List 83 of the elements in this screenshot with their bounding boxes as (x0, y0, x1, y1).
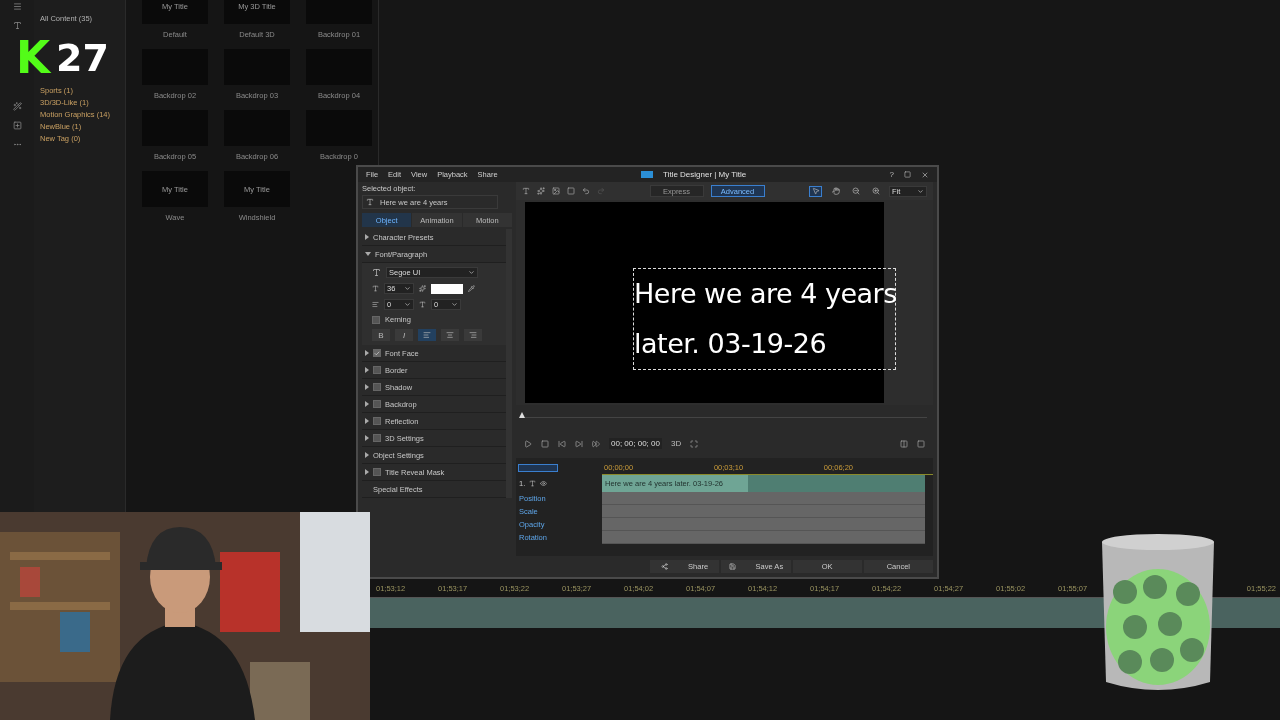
char-spacing-icon (419, 301, 426, 308)
more-icon[interactable] (12, 140, 22, 149)
square-icon[interactable] (567, 187, 575, 195)
expand-arrow-icon[interactable] (365, 469, 369, 475)
checkbox[interactable] (373, 400, 381, 408)
expand-arrow-icon[interactable] (365, 401, 369, 407)
pointer-icon (811, 187, 820, 195)
hand-icon (831, 187, 840, 195)
glow-icon (419, 285, 426, 292)
next-frame-icon[interactable] (575, 439, 583, 448)
checkbox[interactable] (373, 417, 381, 425)
caret-icon (451, 301, 458, 308)
expand-arrow-icon[interactable] (365, 350, 369, 356)
align-icon (446, 331, 454, 339)
text-icon (366, 198, 374, 206)
expand-arrow-icon[interactable] (365, 252, 371, 256)
image-icon[interactable] (552, 187, 560, 195)
fullscreen-icon[interactable] (690, 439, 699, 448)
share-icon (661, 563, 669, 570)
close-icon[interactable] (921, 170, 929, 179)
title-text: later. 03-19-26 (634, 327, 828, 361)
align-icon (469, 331, 477, 339)
zoom-in-icon (871, 187, 880, 195)
previous-frame-icon[interactable] (558, 439, 566, 448)
checkbox[interactable] (372, 315, 380, 324)
stereo-dropdown[interactable]: 3D (670, 439, 682, 448)
checkbox[interactable] (373, 349, 381, 357)
menu-icon[interactable] (12, 2, 22, 11)
title-text: Here we are 4 years (634, 277, 895, 311)
eye-icon[interactable] (540, 480, 548, 487)
fast-forward-icon[interactable] (592, 439, 600, 448)
badge-count: 27 (56, 39, 109, 77)
expand-arrow-icon[interactable] (365, 367, 369, 373)
align-icon (423, 331, 431, 339)
expand-arrow-icon[interactable] (365, 418, 369, 424)
save-icon (728, 563, 736, 570)
slider-thumb[interactable] (519, 411, 525, 418)
pointer-tool[interactable] (809, 185, 822, 197)
wand-icon[interactable] (12, 102, 22, 111)
caret-icon (404, 301, 411, 308)
insert-text-icon[interactable] (522, 187, 530, 195)
checkbox[interactable] (373, 383, 381, 391)
expand-arrow-icon[interactable] (365, 452, 369, 458)
text-selection-box[interactable]: Here we are 4 years later. 03-19-26 (633, 268, 896, 370)
play-icon[interactable] (524, 439, 532, 448)
expand-arrow-icon[interactable] (365, 384, 369, 390)
pipette-icon[interactable] (468, 285, 475, 292)
caret-icon (404, 285, 411, 292)
window-title: Title Designer | My Title (663, 170, 747, 179)
font-size-icon (372, 285, 379, 292)
text-icon[interactable] (12, 21, 22, 30)
app-icon (641, 171, 653, 178)
undo-icon[interactable] (582, 187, 590, 195)
expand-arrow-icon[interactable] (365, 234, 369, 240)
align-center-button[interactable] (441, 329, 459, 341)
line-spacing-icon (372, 301, 379, 308)
font-icon (372, 268, 381, 277)
bold-button[interactable]: B (372, 329, 390, 341)
text-icon (529, 480, 537, 487)
hand-tool[interactable] (829, 185, 842, 197)
align-right-button[interactable] (464, 329, 482, 341)
zoom-out-icon (851, 187, 860, 195)
checkbox[interactable] (373, 468, 381, 476)
help-button[interactable]: ? (889, 170, 894, 179)
safe-zone-icon[interactable] (917, 439, 925, 448)
split-view-icon[interactable] (900, 439, 908, 448)
italic-button[interactable]: I (395, 329, 413, 341)
add-icon[interactable] (12, 121, 22, 130)
stop-icon[interactable] (541, 439, 549, 448)
caret-icon (468, 269, 475, 276)
keyframe-view-button[interactable] (518, 464, 558, 472)
caret-icon (917, 187, 924, 195)
expand-arrow-icon[interactable] (365, 435, 369, 441)
maximize-icon[interactable] (904, 171, 911, 178)
sparkles-icon[interactable] (537, 187, 545, 195)
badge-letter: K (16, 36, 51, 80)
checkbox[interactable] (373, 366, 381, 374)
zoom-out-button[interactable] (849, 185, 862, 197)
checkbox[interactable] (373, 434, 381, 442)
timecode: 00; 00; 00; 00 (609, 438, 662, 449)
align-left-button[interactable] (418, 329, 436, 341)
color-swatch[interactable] (431, 283, 463, 294)
zoom-in-button[interactable] (869, 185, 882, 197)
